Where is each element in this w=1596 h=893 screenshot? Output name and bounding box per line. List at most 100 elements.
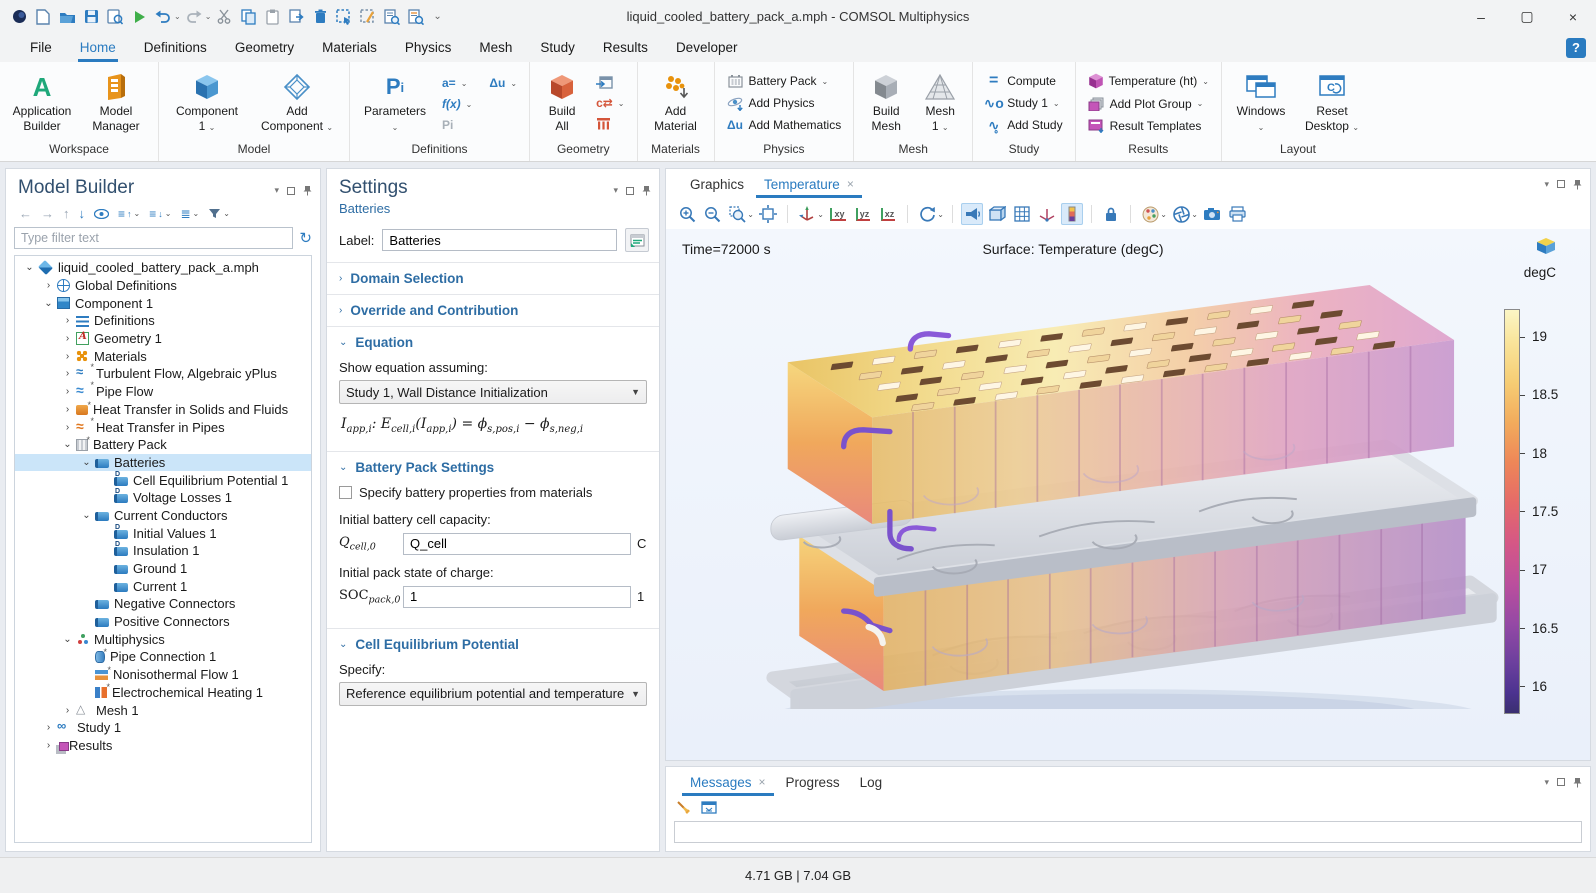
tree-item-heat-transfer-solids[interactable]: ›Heat Transfer in Solids and Fluids (15, 401, 311, 419)
tree-item-electrochemical-heating[interactable]: Electrochemical Heating 1 (15, 684, 311, 702)
menu-geometry[interactable]: Geometry (223, 36, 306, 59)
duplicate-icon[interactable] (285, 6, 307, 28)
parameters-button[interactable]: Pi Parameters⌄ (356, 66, 434, 140)
panel-menu-icon[interactable]: ▾ (1544, 179, 1549, 190)
delete-icon[interactable] (309, 6, 331, 28)
default-view-icon[interactable]: ⌄ (796, 203, 818, 225)
axes-orientation-icon[interactable] (1036, 203, 1058, 225)
model-manager-button[interactable]: Model Manager (80, 66, 152, 140)
tree-item-pipe-flow[interactable]: ›Pipe Flow (15, 383, 311, 401)
tree-item-mesh1[interactable]: ›Mesh 1 (15, 701, 311, 719)
close-button[interactable]: × (1550, 0, 1596, 33)
select-box-icon[interactable] (333, 6, 355, 28)
tree-item-multiphysics[interactable]: ⌄Multiphysics (15, 630, 311, 648)
show-icon[interactable] (94, 209, 109, 219)
tree-item-current[interactable]: Current 1 (15, 577, 311, 595)
tree-item-negative-connectors[interactable]: Negative Connectors (15, 595, 311, 613)
panel-float-icon[interactable] (626, 187, 634, 195)
application-builder-button[interactable]: A Application Builder (6, 66, 78, 140)
undo-icon[interactable] (152, 6, 174, 28)
tree-item-heat-transfer-pipes[interactable]: ›Heat Transfer in Pipes (15, 418, 311, 436)
panel-menu-icon[interactable]: ▾ (1544, 777, 1549, 788)
build-mesh-button[interactable]: BuildMesh (860, 66, 912, 140)
color-legend-icon[interactable] (1061, 203, 1083, 225)
add-material-button[interactable]: AddMaterial (644, 66, 708, 140)
open-messages-window-icon[interactable] (701, 801, 717, 817)
tab-messages[interactable]: Messages× (680, 769, 776, 796)
menu-study[interactable]: Study (528, 36, 587, 59)
panel-menu-icon[interactable]: ▾ (613, 185, 618, 196)
section-battery-header[interactable]: ⌄Battery Pack Settings (327, 452, 659, 483)
collapse-up-icon[interactable]: ≡↑⌄ (118, 207, 140, 221)
tree-item-definitions[interactable]: ›Definitions (15, 312, 311, 330)
tab-temperature[interactable]: Temperature× (754, 171, 864, 198)
add-study-button[interactable]: ∿̥Add Study (979, 116, 1068, 135)
tree-item-voltage-losses[interactable]: Voltage Losses 1 (15, 489, 311, 507)
add-mathematics-button[interactable]: Δu Add Mathematics (721, 116, 848, 135)
reset-desktop-button[interactable]: C ResetDesktop ⌄ (1296, 66, 1368, 140)
maximize-button[interactable]: ▢ (1504, 0, 1550, 33)
move-down-icon[interactable]: ↓ (79, 206, 86, 221)
nonlocal-couplings-button[interactable]: Δu⌄ (483, 74, 523, 92)
parameter-case-button[interactable]: Pi (436, 116, 523, 134)
menu-physics[interactable]: Physics (393, 36, 464, 59)
menu-mesh[interactable]: Mesh (467, 36, 524, 59)
undo-caret-icon[interactable]: ⌄ (174, 12, 181, 21)
tree-item-current-conductors[interactable]: ⌄Current Conductors (15, 507, 311, 525)
xz-view-icon[interactable]: xz (877, 203, 899, 225)
redo-icon[interactable] (183, 6, 205, 28)
mesh1-button[interactable]: Mesh1 ⌄ (914, 66, 966, 140)
panel-menu-icon[interactable]: ▾ (274, 185, 279, 196)
section-cell-eq-header[interactable]: ⌄Cell Equilibrium Potential (327, 629, 659, 660)
yz-view-icon[interactable]: yz (852, 203, 874, 225)
color-palette-icon[interactable]: ⌄ (1139, 203, 1161, 225)
cell-eq-specify-dropdown[interactable]: Reference equilibrium potential and temp… (339, 682, 647, 706)
menu-developer[interactable]: Developer (664, 36, 750, 59)
menu-home[interactable]: Home (68, 36, 128, 59)
section-override[interactable]: ›Override and Contribution (327, 294, 659, 326)
variables-button[interactable]: a=⌄ (436, 74, 473, 92)
tree-item-materials[interactable]: ›Materials (15, 347, 311, 365)
redo-caret-icon[interactable]: ⌄ (205, 12, 212, 21)
zoom-out-icon[interactable] (701, 203, 723, 225)
save-as-icon[interactable] (104, 6, 126, 28)
tree-item-positive-connectors[interactable]: Positive Connectors (15, 613, 311, 631)
label-input[interactable] (382, 229, 617, 251)
tab-close-icon[interactable]: × (847, 177, 854, 191)
grid-icon[interactable] (1011, 203, 1033, 225)
tree-item-cell-equilibrium-potential[interactable]: Cell Equilibrium Potential 1 (15, 471, 311, 489)
back-icon[interactable]: ← (19, 206, 32, 221)
add-physics-button[interactable]: Add Physics (721, 94, 848, 113)
tree-item-batteries[interactable]: ⌄Batteries (15, 454, 311, 472)
tree-item-root[interactable]: ⌄liquid_cooled_battery_pack_a.mph (15, 259, 311, 277)
forward-icon[interactable]: → (41, 206, 54, 221)
panel-pin-icon[interactable] (1573, 777, 1582, 788)
clear-messages-icon[interactable] (676, 800, 691, 818)
menu-materials[interactable]: Materials (310, 36, 389, 59)
windows-button[interactable]: Windows⌄ (1228, 66, 1294, 140)
build-all-button[interactable]: BuildAll (536, 66, 588, 140)
temperature-plot-button[interactable]: Temperature (ht)⌄ (1082, 71, 1215, 91)
tab-close-icon[interactable]: × (759, 775, 766, 789)
new-file-icon[interactable] (32, 6, 54, 28)
tree-item-global-definitions[interactable]: ›Global Definitions (15, 277, 311, 295)
update-geometry-button[interactable]: c⇄⌄ (590, 94, 630, 112)
expand-down-icon[interactable]: ≡↓⌄ (149, 207, 171, 221)
menu-file[interactable]: File (18, 36, 64, 59)
section-equation-header[interactable]: ⌄Equation (327, 327, 659, 358)
compute-button[interactable]: =Compute (979, 72, 1068, 91)
copy-icon[interactable] (237, 6, 259, 28)
tree-item-component1[interactable]: ⌄Component 1 (15, 294, 311, 312)
tree-item-initial-values[interactable]: Initial Values 1 (15, 524, 311, 542)
tree-item-results[interactable]: ›Results (15, 737, 311, 755)
lock-icon[interactable] (1100, 203, 1122, 225)
import-geometry-button[interactable] (590, 74, 630, 91)
zoom-extents-icon[interactable] (757, 203, 779, 225)
minimize-button[interactable]: – (1458, 0, 1504, 33)
add-plot-group-button[interactable]: Add Plot Group⌄ (1082, 94, 1215, 113)
cut-icon[interactable] (213, 6, 235, 28)
equation-assuming-dropdown[interactable]: Study 1, Wall Distance Initialization▼ (339, 380, 647, 404)
rename-button[interactable] (625, 228, 649, 252)
tree-item-battery-pack[interactable]: ⌄Battery Pack (15, 436, 311, 454)
panel-float-icon[interactable] (1557, 778, 1565, 786)
